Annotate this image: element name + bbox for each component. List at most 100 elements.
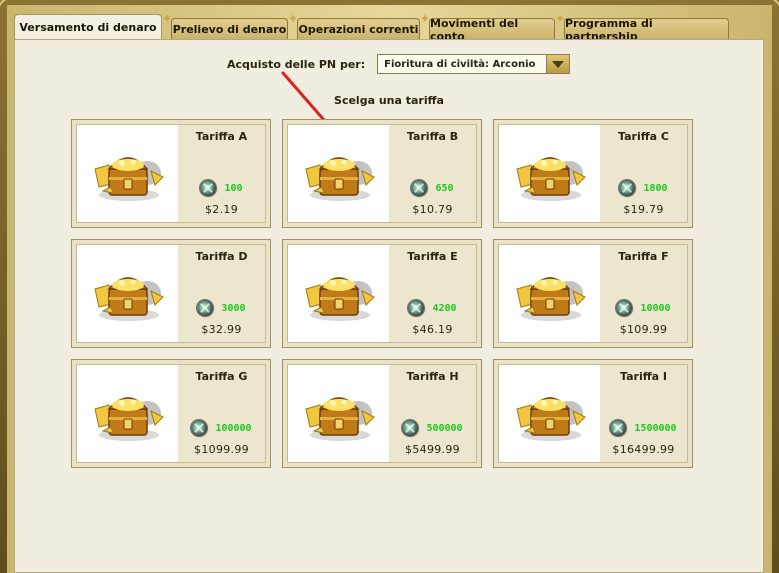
tariff-card[interactable]: Tariffa B 650 $10.79 bbox=[282, 119, 482, 228]
tariff-card[interactable]: Tariffa C 1800 $19.79 bbox=[493, 119, 693, 228]
tariff-amount-row: 500000 bbox=[389, 420, 476, 436]
tariff-price: $1099.99 bbox=[194, 443, 249, 456]
tariff-card-inner: Tariffa G 100000 $1099.99 bbox=[76, 364, 266, 463]
tab-programma-di-partnership[interactable]: Programma di partnership bbox=[564, 17, 729, 43]
tariff-amount: 3000 bbox=[221, 302, 246, 314]
treasure-chest-icon bbox=[499, 365, 600, 462]
tariff-info: Tariffa D 3000 $32.99 bbox=[178, 245, 265, 342]
tariff-card-inner: Tariffa I 1500000 $16499.99 bbox=[498, 364, 688, 463]
purchase-row: Acquisto delle PN per: Fioritura di civi… bbox=[227, 54, 571, 74]
server-select[interactable]: Fioritura di civiltà: Arconio bbox=[377, 54, 571, 74]
tariff-price: $5499.99 bbox=[405, 443, 460, 456]
tariff-amount-row: 4200 bbox=[389, 300, 476, 316]
server-select-value: Fioritura di civiltà: Arconio bbox=[384, 58, 536, 70]
tariff-amount: 4200 bbox=[432, 302, 457, 314]
tab-separator-ornament: ✦ bbox=[419, 12, 431, 27]
treasure-chest-icon bbox=[288, 365, 389, 462]
tariff-info: Tariffa E 4200 $46.19 bbox=[389, 245, 476, 342]
tariff-name: Tariffa G bbox=[195, 370, 248, 383]
purchase-label: Acquisto delle PN per: bbox=[227, 57, 366, 71]
tariff-amount: 650 bbox=[435, 182, 454, 194]
tab-label: Prelievo di denaro bbox=[172, 23, 287, 36]
tariff-name: Tariffa C bbox=[618, 130, 669, 143]
tariff-info: Tariffa F 10000 $109.99 bbox=[600, 245, 687, 342]
tariff-price: $46.19 bbox=[412, 323, 453, 336]
gem-icon bbox=[402, 420, 419, 436]
tab-movimenti-del-conto[interactable]: Movimenti del conto bbox=[429, 17, 555, 43]
gem-icon bbox=[408, 300, 425, 316]
gem-icon bbox=[197, 300, 214, 316]
tariff-amount-row: 1800 bbox=[600, 180, 687, 196]
tariff-price: $2.19 bbox=[205, 203, 238, 216]
tariff-card[interactable]: Tariffa G 100000 $1099.99 bbox=[71, 359, 271, 468]
treasure-chest-icon bbox=[77, 245, 178, 342]
tariff-card-inner: Tariffa D 3000 $32.99 bbox=[76, 244, 266, 343]
tab-prelievo-di-denaro[interactable]: Prelievo di denaro bbox=[171, 18, 288, 40]
tariff-card[interactable]: Tariffa E 4200 $46.19 bbox=[282, 239, 482, 348]
tab-operazioni-correnti[interactable]: Operazioni correnti bbox=[297, 18, 420, 40]
treasure-chest-icon bbox=[77, 125, 178, 222]
tariff-name: Tariffa A bbox=[195, 130, 248, 143]
tariff-card[interactable]: Tariffa D 3000 $32.99 bbox=[71, 239, 271, 348]
tariff-info: Tariffa I 1500000 $16499.99 bbox=[600, 365, 687, 462]
tariff-card-inner: Tariffa B 650 $10.79 bbox=[287, 124, 477, 223]
tariff-info: Tariffa C 1800 $19.79 bbox=[600, 125, 687, 222]
tab-separator-ornament: ✦ bbox=[554, 12, 566, 27]
treasure-chest-icon bbox=[288, 245, 389, 342]
tariff-amount-row: 3000 bbox=[178, 300, 265, 316]
tariff-card[interactable]: Tariffa I 1500000 $16499.99 bbox=[493, 359, 693, 468]
tariff-amount: 100000 bbox=[215, 422, 252, 434]
tariff-info: Tariffa A 100 $2.19 bbox=[178, 125, 265, 222]
tab-versamento-di-denaro[interactable]: Versamento di denaro bbox=[14, 14, 162, 40]
tariff-price: $32.99 bbox=[201, 323, 242, 336]
tariff-amount-row: 10000 bbox=[600, 300, 687, 316]
tariff-card-inner: Tariffa E 4200 $46.19 bbox=[287, 244, 477, 343]
tariff-amount: 1500000 bbox=[634, 422, 677, 434]
tariff-card[interactable]: Tariffa A 100 $2.19 bbox=[71, 119, 271, 228]
tariff-amount-row: 100000 bbox=[178, 420, 265, 436]
treasure-chest-icon bbox=[288, 125, 389, 222]
treasure-chest-icon bbox=[499, 125, 600, 222]
tariff-info: Tariffa G 100000 $1099.99 bbox=[178, 365, 265, 462]
tariff-name: Tariffa D bbox=[195, 250, 248, 263]
tariff-amount: 1800 bbox=[643, 182, 668, 194]
tab-separator-ornament: ✦ bbox=[287, 12, 299, 27]
tariff-amount-row: 1500000 bbox=[600, 420, 687, 436]
tariff-amount: 10000 bbox=[640, 302, 671, 314]
tab-label: Operazioni correnti bbox=[298, 23, 419, 36]
tariff-info: Tariffa H 500000 $5499.99 bbox=[389, 365, 476, 462]
tariff-card-inner: Tariffa F 10000 $109.99 bbox=[498, 244, 688, 343]
tariff-price: $109.99 bbox=[619, 323, 668, 336]
gem-icon bbox=[411, 180, 428, 196]
gem-icon bbox=[616, 300, 633, 316]
tab-label: Versamento di denaro bbox=[19, 21, 157, 34]
tariff-name: Tariffa B bbox=[406, 130, 459, 143]
subtitle: Scelga una tariffa bbox=[334, 94, 444, 107]
tab-separator-ornament: ✦ bbox=[161, 12, 173, 27]
tariff-card[interactable]: Tariffa F 10000 $109.99 bbox=[493, 239, 693, 348]
tariff-price: $19.79 bbox=[623, 203, 664, 216]
tariff-amount: 500000 bbox=[426, 422, 463, 434]
tariff-grid: Tariffa A 100 $2.19 Tariffa B 650 $10.79… bbox=[71, 119, 693, 468]
tariff-card-inner: Tariffa C 1800 $19.79 bbox=[498, 124, 688, 223]
tab-bar: Versamento di denaro ✦ Prelievo di denar… bbox=[14, 12, 764, 43]
tariff-name: Tariffa F bbox=[618, 250, 669, 263]
tariff-card-inner: Tariffa A 100 $2.19 bbox=[76, 124, 266, 223]
tariff-card[interactable]: Tariffa H 500000 $5499.99 bbox=[282, 359, 482, 468]
tariff-amount-row: 650 bbox=[389, 180, 476, 196]
main-panel: Acquisto delle PN per: Fioritura di civi… bbox=[14, 39, 764, 573]
tariff-name: Tariffa E bbox=[407, 250, 458, 263]
gem-icon bbox=[610, 420, 627, 436]
tariff-card-inner: Tariffa H 500000 $5499.99 bbox=[287, 364, 477, 463]
tariff-name: Tariffa I bbox=[620, 370, 667, 383]
tariff-info: Tariffa B 650 $10.79 bbox=[389, 125, 476, 222]
gem-icon bbox=[200, 180, 217, 196]
tariff-name: Tariffa H bbox=[406, 370, 459, 383]
tariff-price: $16499.99 bbox=[612, 443, 675, 456]
chevron-down-icon[interactable] bbox=[546, 55, 570, 73]
tariff-price: $10.79 bbox=[412, 203, 453, 216]
treasure-chest-icon bbox=[77, 365, 178, 462]
tariff-amount: 100 bbox=[224, 182, 243, 194]
tariff-amount-row: 100 bbox=[178, 180, 265, 196]
treasure-chest-icon bbox=[499, 245, 600, 342]
